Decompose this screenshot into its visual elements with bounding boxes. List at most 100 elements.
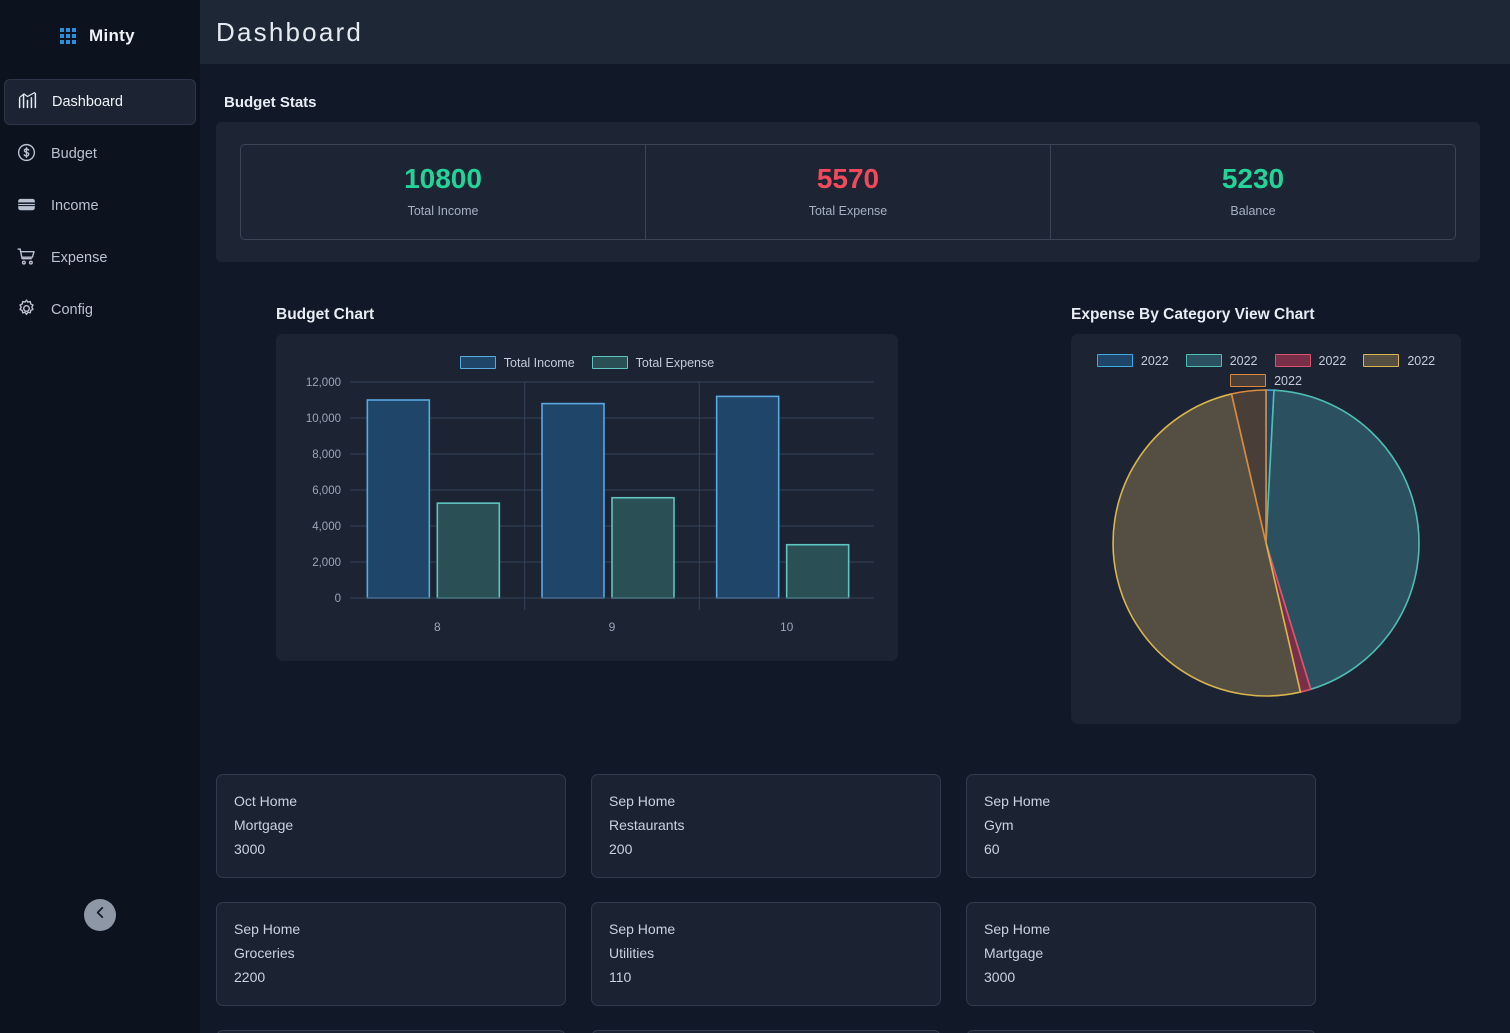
brand[interactable]: Minty <box>0 0 200 72</box>
x-axis-tick: 9 <box>609 620 616 634</box>
legend-label: 2022 <box>1274 373 1302 388</box>
stat-balance: 5230 Balance <box>1051 145 1455 239</box>
budget-stats-row: 10800 Total Income 5570 Total Expense 52… <box>240 144 1456 240</box>
stat-value: 10800 <box>404 163 482 194</box>
legend-item[interactable]: 2022 <box>1274 353 1347 368</box>
y-axis-tick: 2,000 <box>312 557 341 569</box>
transaction-category: Groceries <box>234 944 295 961</box>
sidebar-item-label: Expense <box>51 250 108 266</box>
transaction-card[interactable]: Sep Home Martgage 3000 <box>966 901 1316 1006</box>
shopping-cart-icon <box>16 246 37 271</box>
legend-swatch <box>1363 354 1400 368</box>
transaction-month: Sep Home <box>984 920 1051 937</box>
sidebar-item-config[interactable]: Config <box>4 287 196 333</box>
transaction-amount: 2200 <box>234 968 266 985</box>
sidebar-collapse-button[interactable] <box>84 899 116 931</box>
stat-total-income: 10800 Total Income <box>241 145 646 239</box>
budget-chart-svg[interactable]: 0 2,000 4,000 6,000 8,000 10,000 12,000 8 9 10 <box>288 370 886 642</box>
x-axis-tick: 10 <box>780 620 794 634</box>
brand-name: Minty <box>89 26 135 45</box>
sidebar-nav: Dashboard Budget Income Expense Config <box>0 76 200 336</box>
transaction-category: Martgage <box>984 944 1044 961</box>
budget-chart-card[interactable]: Total Income Total Expense 0 2,000 4,000 6,0… <box>276 333 898 661</box>
legend-swatch <box>1185 354 1222 368</box>
transaction-month: Sep Home <box>609 792 676 809</box>
y-axis-tick: 8,000 <box>312 449 341 461</box>
transaction-amount: 110 <box>609 968 632 985</box>
bar[interactable] <box>436 502 501 599</box>
legend-item[interactable]: Total Expense <box>591 356 714 370</box>
transaction-card[interactable]: Sep Home Utilities 110 <box>591 901 941 1006</box>
chevron-left-circle-icon <box>92 904 109 926</box>
transaction-card[interactable]: Sep Home Groceries 2200 <box>216 901 566 1006</box>
transaction-month: Sep Home <box>609 920 676 937</box>
transaction-card[interactable]: Sep Home Restaurants 200 <box>591 773 941 878</box>
sidebar-item-income[interactable]: Income <box>4 183 196 229</box>
y-axis-tick: 12,000 <box>306 377 341 389</box>
transaction-amount: 60 <box>984 840 1000 857</box>
legend-label: 2022 <box>1229 353 1258 368</box>
dollar-circle-icon <box>16 142 37 167</box>
topbar: Dashboard <box>200 0 1510 64</box>
legend-item[interactable]: 2022 <box>1230 374 1302 388</box>
legend-swatch <box>459 356 496 370</box>
transaction-amount: 3000 <box>984 968 1016 985</box>
legend-item[interactable]: 2022 <box>1096 353 1169 368</box>
transaction-amount: 200 <box>609 840 633 857</box>
wallet-icon <box>16 194 37 219</box>
legend-label: 2022 <box>1407 353 1436 368</box>
stat-label: Balance <box>1230 203 1276 218</box>
legend-label: 2022 <box>1318 353 1347 368</box>
pie-chart-title: Expense By Category View Chart <box>1071 305 1315 323</box>
transaction-category: Gym <box>984 816 1014 833</box>
legend-item[interactable]: Total Income <box>459 355 575 370</box>
stat-value: 5570 <box>816 163 880 194</box>
bar[interactable] <box>785 543 850 599</box>
bar[interactable] <box>541 402 605 599</box>
transaction-month: Oct Home <box>234 792 298 809</box>
pie-chart-legend: 2022 2022 2022 2022 2022 <box>1083 346 1449 388</box>
sidebar-item-expense[interactable]: Expense <box>4 235 196 281</box>
legend-label: Total Income <box>503 355 575 370</box>
transaction-amount: 3000 <box>234 840 266 857</box>
bar[interactable] <box>715 395 780 599</box>
budget-chart-legend: Total Income Total Expense <box>288 348 886 370</box>
legend-item[interactable]: 2022 <box>1363 354 1435 368</box>
transaction-category: Utilities <box>609 944 655 961</box>
grid-3x3-icon <box>60 28 76 44</box>
legend-swatch <box>1096 354 1133 368</box>
legend-label: 2022 <box>1140 353 1169 368</box>
transaction-category: Restaurants <box>609 816 685 833</box>
sidebar-item-budget[interactable]: Budget <box>4 131 196 177</box>
y-axis-tick: 10,000 <box>306 413 341 425</box>
bar[interactable] <box>366 398 431 599</box>
page-title: Dashboard <box>216 16 363 47</box>
sidebar-item-dashboard[interactable]: Dashboard <box>4 79 196 125</box>
legend-item[interactable]: 2022 <box>1185 353 1258 368</box>
transaction-month: Sep Home <box>984 792 1051 809</box>
sidebar: Minty Dashboard Budget Income Expense Co… <box>0 0 200 1033</box>
charts-row: Budget Chart Total Income Total Expense 0… <box>216 306 1510 724</box>
stat-label: Total Expense <box>808 203 888 218</box>
stat-total-expense: 5570 Total Expense <box>646 145 1051 239</box>
transaction-card[interactable]: Sep Home Gym 60 <box>966 773 1316 878</box>
sidebar-item-label: Income <box>51 198 99 214</box>
stat-value: 5230 <box>1221 163 1285 194</box>
transaction-category: Mortgage <box>234 816 294 833</box>
legend-swatch <box>1274 354 1311 368</box>
sidebar-item-label: Dashboard <box>52 94 123 110</box>
pie-chart-svg[interactable] <box>1083 388 1449 700</box>
legend-swatch <box>591 356 628 370</box>
pie-chart-card[interactable]: 2022 2022 2022 2022 2022 <box>1071 333 1461 724</box>
y-axis-tick: 0 <box>335 593 341 605</box>
x-axis-tick: 8 <box>434 620 441 634</box>
bar[interactable] <box>611 496 675 599</box>
sidebar-item-label: Budget <box>51 146 97 162</box>
main-area: Dashboard Budget Stats 10800 Total Incom… <box>200 0 1510 1033</box>
chart-bars-icon <box>17 90 38 115</box>
sidebar-item-label: Config <box>51 302 93 318</box>
transaction-card[interactable]: Oct Home Mortgage 3000 <box>216 773 566 878</box>
budget-stats-label: Budget Stats <box>224 94 317 111</box>
budget-stats-panel: 10800 Total Income 5570 Total Expense 52… <box>216 122 1480 262</box>
legend-swatch <box>1230 374 1267 388</box>
